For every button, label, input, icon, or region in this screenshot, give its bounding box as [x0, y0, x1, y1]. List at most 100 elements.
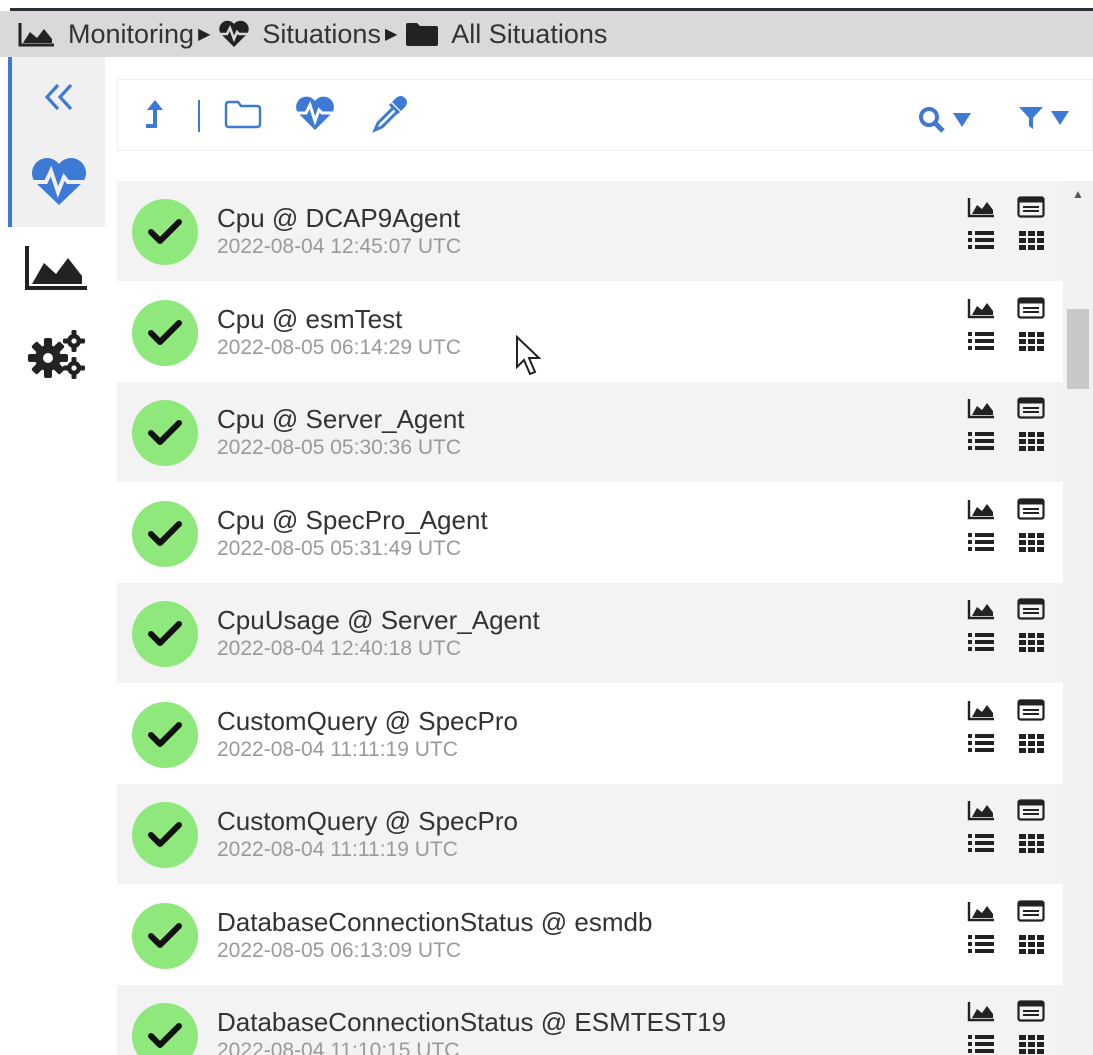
search-dropdown-button[interactable] — [918, 86, 972, 158]
list-icon — [968, 432, 994, 450]
sidebar-collapse-button[interactable] — [8, 57, 105, 142]
situations-button[interactable] — [294, 80, 336, 152]
situation-timestamp: 2022-08-05 05:30:36 UTC — [217, 436, 461, 459]
scroll-thumb[interactable] — [1067, 309, 1089, 389]
breadcrumb-all-situations[interactable]: All Situations — [451, 19, 607, 50]
navigate-up-button[interactable] — [142, 80, 168, 152]
row-details-button[interactable] — [1017, 497, 1045, 521]
breadcrumb: Monitoring ▶ Situations ▶ All Situations — [0, 11, 1093, 57]
eyedropper-button[interactable] — [370, 80, 408, 152]
row-grid-button[interactable] — [1017, 731, 1045, 755]
window-list-icon — [1017, 799, 1045, 821]
list-icon — [968, 532, 994, 551]
row-list-button[interactable] — [967, 228, 995, 252]
row-chart-button[interactable] — [967, 698, 995, 722]
row-grid-button[interactable] — [1017, 932, 1045, 956]
row-list-button[interactable] — [967, 731, 995, 755]
situation-row[interactable]: Cpu @ SpecPro_Agent 2022-08-05 05:31:49 … — [117, 482, 1063, 583]
row-grid-button[interactable] — [1017, 329, 1045, 353]
chart-area-icon — [967, 499, 994, 519]
situation-row[interactable]: DatabaseConnectionStatus @ ESMTEST19 202… — [117, 985, 1063, 1055]
row-details-button[interactable] — [1017, 698, 1045, 722]
row-details-button[interactable] — [1017, 195, 1045, 219]
row-details-button[interactable] — [1017, 999, 1045, 1023]
row-chart-button[interactable] — [967, 195, 995, 219]
situation-title: Cpu @ SpecPro_Agent — [217, 504, 488, 535]
row-chart-button[interactable] — [967, 798, 995, 822]
row-grid-button[interactable] — [1017, 831, 1045, 855]
folder-button[interactable] — [224, 80, 262, 152]
breadcrumb-situations[interactable]: Situations — [262, 19, 381, 50]
window-top-edge — [0, 0, 1093, 11]
row-list-button[interactable] — [967, 630, 995, 654]
row-actions — [967, 698, 1047, 758]
situation-row[interactable]: Cpu @ esmTest 2022-08-05 06:14:29 UTC — [117, 281, 1063, 382]
breadcrumb-label: Monitoring — [68, 18, 195, 49]
grid-icon — [1019, 733, 1044, 753]
row-list-button[interactable] — [967, 1032, 995, 1055]
window-list-icon — [1017, 1000, 1045, 1022]
row-grid-button[interactable] — [1017, 228, 1045, 252]
sidebar-item-situations[interactable] — [8, 142, 105, 227]
grid-icon — [1019, 934, 1044, 954]
row-chart-button[interactable] — [967, 497, 995, 521]
list-icon — [968, 733, 994, 752]
window-list-icon — [1017, 698, 1045, 721]
list-icon — [968, 633, 994, 651]
row-chart-button[interactable] — [967, 999, 995, 1023]
row-list-button[interactable] — [967, 530, 995, 554]
row-grid-button[interactable] — [1017, 429, 1045, 453]
situation-title: CustomQuery @ SpecPro — [217, 705, 518, 736]
caret-down-icon — [952, 112, 972, 133]
situation-row[interactable]: Cpu @ Server_Agent 2022-08-05 05:30:36 U… — [117, 382, 1063, 482]
row-list-button[interactable] — [967, 429, 995, 453]
scrollbar[interactable]: ▲ — [1063, 181, 1093, 1055]
chart-area-icon — [967, 399, 994, 419]
status-ok-icon — [132, 299, 198, 366]
grid-icon — [1019, 834, 1044, 853]
row-list-button[interactable] — [967, 932, 995, 956]
list-icon — [968, 834, 994, 852]
scroll-up-arrow-icon[interactable]: ▲ — [1063, 181, 1093, 207]
situation-timestamp: 2022-08-05 05:31:49 UTC — [217, 536, 461, 560]
row-details-button[interactable] — [1017, 798, 1045, 822]
situation-timestamp: 2022-08-04 11:11:19 UTC — [217, 737, 458, 761]
double-chevron-left-icon — [43, 82, 75, 117]
row-details-button[interactable] — [1017, 597, 1045, 621]
heartbeat-icon — [294, 96, 336, 137]
row-actions — [967, 999, 1047, 1055]
row-actions — [967, 798, 1047, 858]
breadcrumb-monitoring[interactable]: Monitoring — [68, 19, 194, 50]
situation-title: CustomQuery @ SpecPro — [217, 806, 518, 836]
row-details-button[interactable] — [1017, 296, 1045, 320]
situation-row[interactable]: CustomQuery @ SpecPro 2022-08-04 11:11:1… — [117, 683, 1063, 784]
window-list-icon — [1017, 497, 1045, 520]
chart-area-icon — [967, 700, 994, 720]
filter-dropdown-button[interactable] — [1018, 84, 1070, 156]
situation-row[interactable]: CustomQuery @ SpecPro 2022-08-04 11:11:1… — [117, 784, 1063, 884]
row-grid-button[interactable] — [1017, 630, 1045, 654]
situation-row[interactable]: Cpu @ DCAP9Agent 2022-08-04 12:45:07 UTC — [117, 181, 1063, 281]
situation-title: DatabaseConnectionStatus @ ESMTEST19 — [217, 1007, 727, 1037]
sidebar-item-settings[interactable] — [8, 319, 105, 394]
grid-icon — [1019, 331, 1044, 351]
row-list-button[interactable] — [967, 329, 995, 353]
list-icon — [968, 231, 994, 249]
row-details-button[interactable] — [1017, 899, 1045, 923]
row-list-button[interactable] — [967, 831, 995, 855]
row-chart-button[interactable] — [967, 396, 995, 420]
row-grid-button[interactable] — [1017, 530, 1045, 554]
situation-title: Cpu @ esmTest — [217, 303, 403, 334]
row-details-button[interactable] — [1017, 396, 1045, 420]
situation-row[interactable]: CpuUsage @ Server_Agent 2022-08-04 12:40… — [117, 583, 1063, 683]
folder-icon — [405, 21, 439, 47]
situation-row[interactable]: DatabaseConnectionStatus @ esmdb 2022-08… — [117, 884, 1063, 985]
row-chart-button[interactable] — [967, 597, 995, 621]
sidebar-item-monitoring[interactable] — [8, 232, 105, 307]
row-chart-button[interactable] — [967, 899, 995, 923]
row-grid-button[interactable] — [1017, 1032, 1045, 1055]
grid-icon — [1019, 633, 1044, 652]
situation-title: CpuUsage @ Server_Agent — [217, 605, 540, 635]
row-chart-button[interactable] — [967, 296, 995, 320]
row-actions — [967, 296, 1047, 356]
